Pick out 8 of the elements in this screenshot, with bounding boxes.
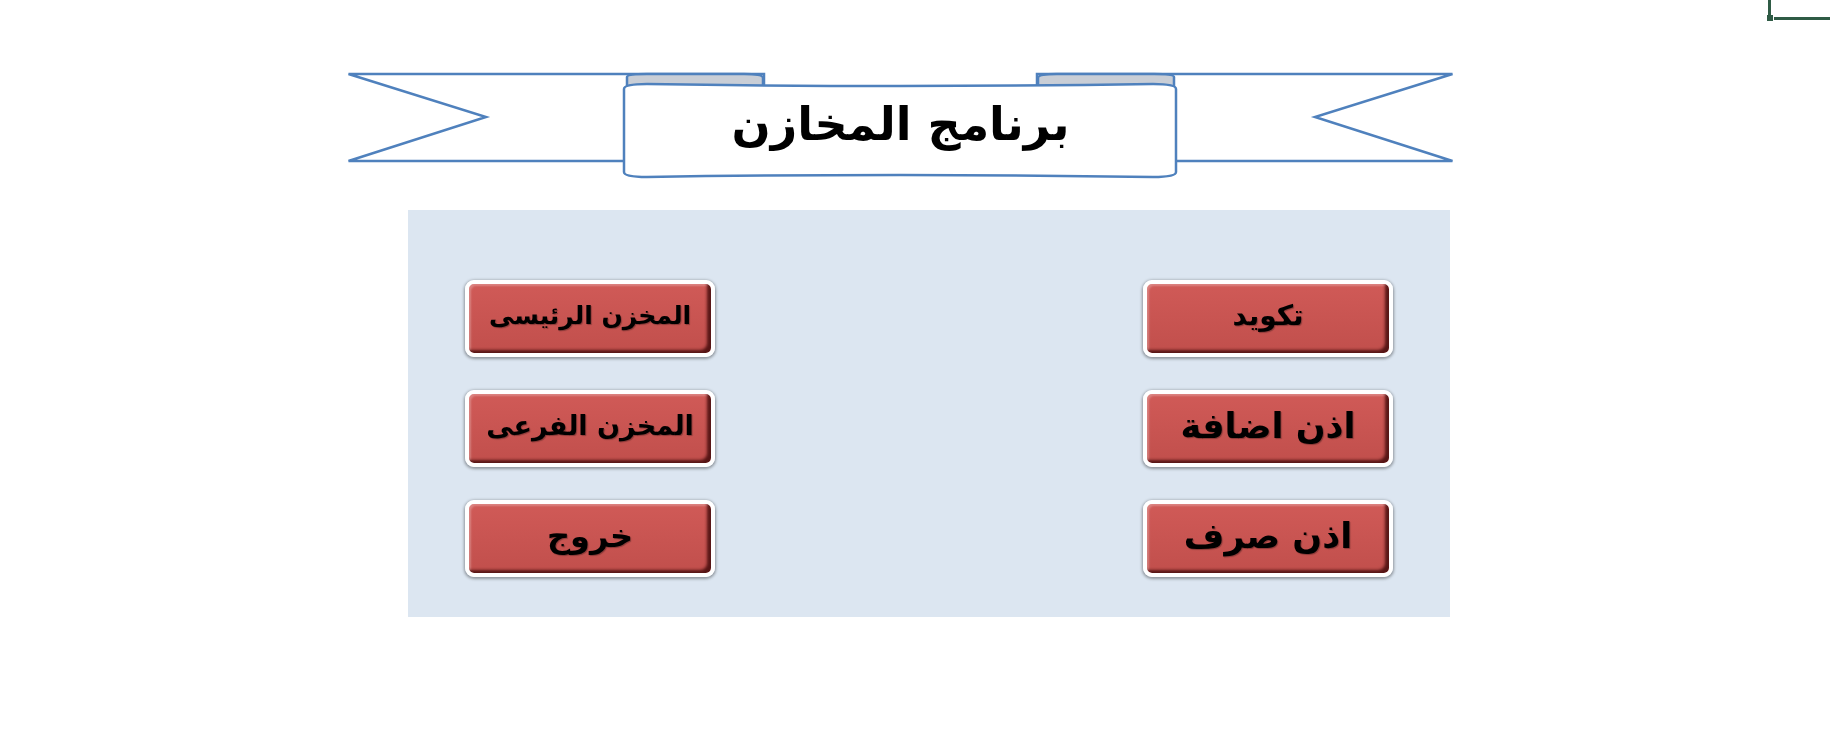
selection-corner-icon: [1767, 0, 1830, 21]
menu-button[interactable]: اذن صرف: [1143, 500, 1393, 577]
menu-button[interactable]: تكويد: [1143, 280, 1393, 357]
banner-title: برنامج المخازن: [731, 96, 1070, 153]
menu-button[interactable]: المخزن الفرعى: [465, 390, 715, 467]
menu-button[interactable]: اذن اضافة: [1143, 390, 1393, 467]
menu-button[interactable]: خروج: [465, 500, 715, 577]
menu-button[interactable]: المخزن الرئيسى: [465, 280, 715, 357]
